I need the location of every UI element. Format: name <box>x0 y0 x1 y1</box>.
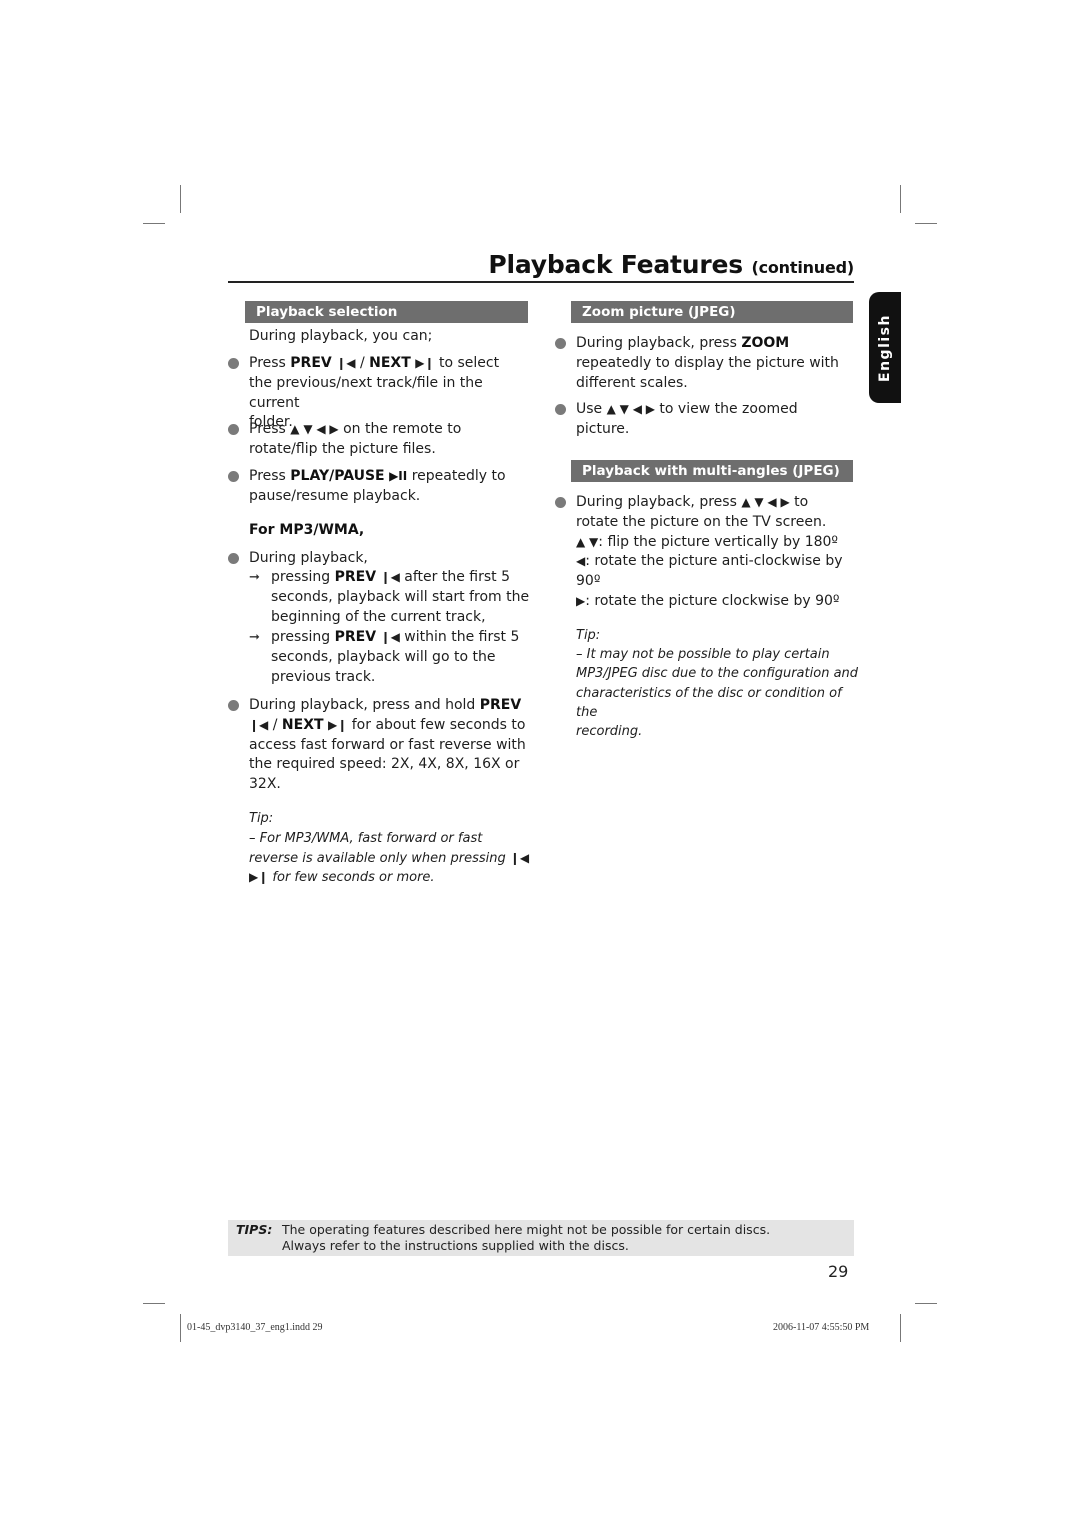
section-header-multi-angles: Playback with multi-angles (JPEG) <box>571 460 853 482</box>
result-arrow-icon: ➞ <box>249 630 260 645</box>
play-pause-icon: ▶II <box>389 469 408 483</box>
slug-timestamp: 2006-11-07 4:55:50 PM <box>773 1322 870 1333</box>
bullet-icon <box>228 700 239 711</box>
crop-mark <box>180 1314 181 1342</box>
language-tab-label: English <box>877 313 893 382</box>
section-title: Playback selection <box>256 304 398 320</box>
next-icon: ▶❙ <box>415 356 435 370</box>
right-icon: ▶ <box>576 593 586 608</box>
bullet-press-hold: During playback, press and hold PREV ❙◀ … <box>249 697 526 793</box>
crop-mark <box>143 223 165 224</box>
crop-mark <box>915 1303 937 1304</box>
tips-line-2: Always refer to the instructions supplie… <box>282 1238 629 1253</box>
tip-label: Tip: <box>249 811 274 826</box>
language-tab: English <box>869 292 901 403</box>
next-icon: ▶❙ <box>328 717 348 732</box>
up-down-icon: ▲ ▼ <box>576 534 599 549</box>
left-icon: ◀ <box>576 554 586 569</box>
arrow-keys-icon: ▲ ▼ ◀ ▶ <box>606 402 655 416</box>
slug-filename: 01-45_dvp3140_37_eng1.indd 29 <box>187 1322 323 1333</box>
section-title: Zoom picture (JPEG) <box>582 304 736 320</box>
bullet-icon <box>228 358 239 369</box>
crop-mark <box>143 1303 165 1304</box>
mp3-result-after-5s: pressing PREV ❙◀ after the first 5 secon… <box>271 569 530 625</box>
bullet-icon <box>228 424 239 435</box>
crop-mark <box>915 223 937 224</box>
tip-right: Tip: – It may not be possible to play ce… <box>576 626 861 741</box>
bullet-icon <box>555 497 566 508</box>
bullet-view-zoomed: Use ▲ ▼ ◀ ▶ to view the zoomed picture. <box>576 401 798 437</box>
title-rule <box>228 281 854 283</box>
tips-label: TIPS: <box>236 1222 273 1237</box>
tip-label: Tip: <box>576 628 601 643</box>
tip-left: Tip: – For MP3/WMA, fast forward or fast… <box>249 809 534 888</box>
bullet-rotate-flip: Press ▲ ▼ ◀ ▶ on the remote to rotate/fl… <box>249 421 462 457</box>
arrow-keys-icon: ▲ ▼ ◀ ▶ <box>741 495 790 509</box>
crop-mark <box>900 1314 901 1342</box>
intro-text: During playback, you can; <box>249 328 433 344</box>
result-arrow-icon: ➞ <box>249 570 260 585</box>
next-icon: ▶❙ <box>249 870 269 885</box>
prev-icon: ❙◀ <box>380 570 400 584</box>
bullet-play-pause: Press PLAY/PAUSE ▶II repeatedly to pause… <box>249 468 506 504</box>
mp3-bullet-text: During playback, <box>249 550 368 566</box>
section-title: Playback with multi-angles (JPEG) <box>582 463 840 479</box>
bullet-icon <box>555 404 566 415</box>
section-header-zoom-picture: Zoom picture (JPEG) <box>571 301 853 323</box>
subheading-mp3-wma: For MP3/WMA, <box>249 522 365 538</box>
bullet-zoom: During playback, press ZOOM repeatedly t… <box>576 335 839 391</box>
page-title-main: Playback Features <box>488 250 743 279</box>
prev-icon: ❙◀ <box>249 717 269 732</box>
tips-line-1: The operating features described here mi… <box>282 1222 771 1237</box>
mp3-result-within-5s: pressing PREV ❙◀ within the first 5 seco… <box>271 629 520 685</box>
crop-mark <box>180 185 181 213</box>
footer-tips-box: TIPS: The operating features described h… <box>228 1220 854 1256</box>
crop-mark <box>900 185 901 213</box>
bullet-icon <box>228 553 239 564</box>
bullet-icon <box>228 471 239 482</box>
page-title: Playback Features (continued) <box>228 248 854 285</box>
page-number: 29 <box>828 1262 849 1281</box>
prev-icon: ❙◀ <box>380 630 400 644</box>
arrow-keys-icon: ▲ ▼ ◀ ▶ <box>290 422 339 436</box>
bullet-multi-angles: During playback, press ▲ ▼ ◀ ▶ to rotate… <box>576 494 843 609</box>
prev-icon: ❙◀ <box>336 356 356 370</box>
bullet-icon <box>555 338 566 349</box>
prev-icon: ❙◀ <box>509 850 530 865</box>
page-title-suffix: (continued) <box>751 258 854 277</box>
section-header-playback-selection: Playback selection <box>245 301 528 323</box>
